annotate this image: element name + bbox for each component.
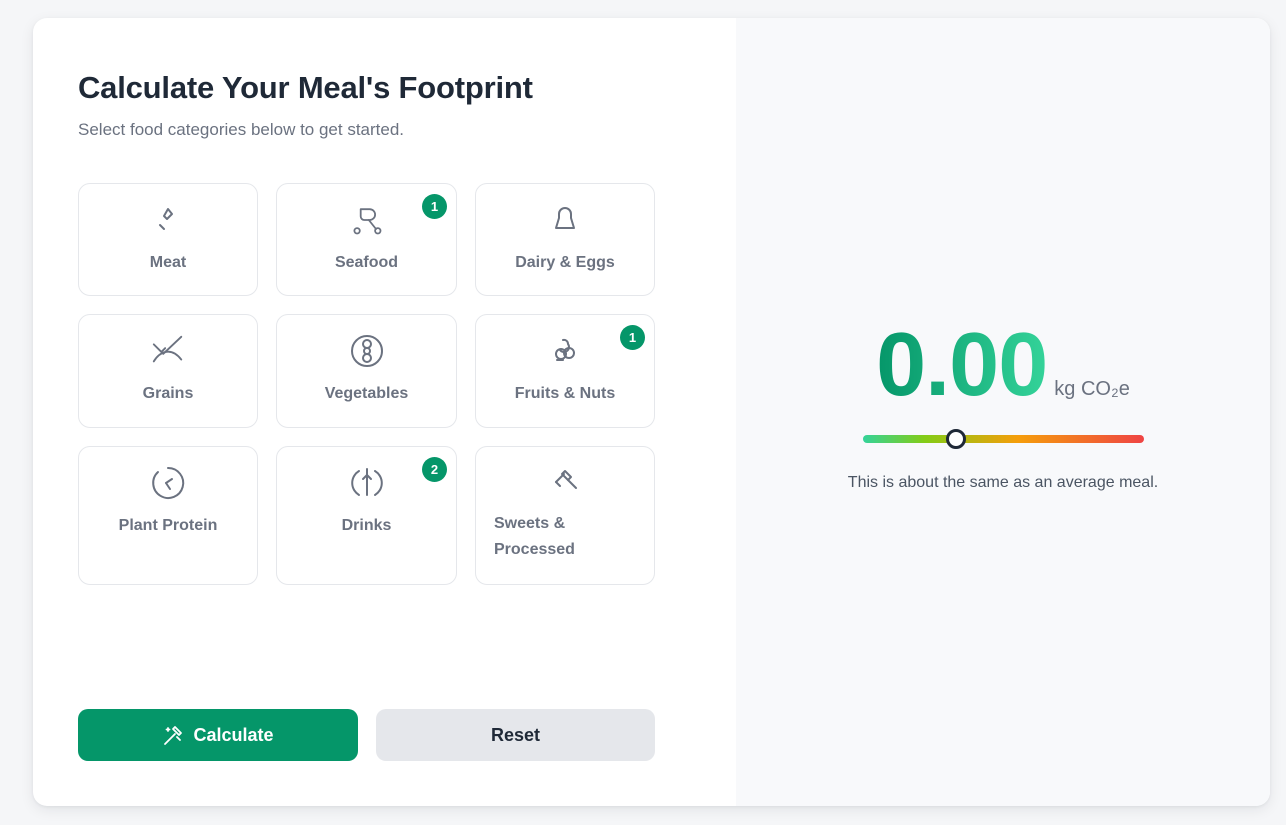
dairy-icon [547, 202, 583, 238]
category-tile-sweets-processed[interactable]: Sweets & Processed [475, 446, 655, 585]
selection-count-badge: 1 [422, 194, 447, 219]
fruits-icon [547, 333, 583, 369]
calculate-button[interactable]: Calculate [78, 709, 358, 761]
category-grid: Meat 1 Seafood Dairy & Eggs Grains Veget… [78, 183, 655, 585]
category-label: Sweets & Processed [494, 515, 575, 558]
reset-button-label: Reset [490, 724, 541, 745]
result-panel: 0.00 kg CO₂e This is about the same as a… [736, 18, 1270, 806]
selection-count-badge: 2 [422, 457, 447, 482]
category-label: Seafood [334, 254, 399, 271]
scale-marker [945, 429, 966, 449]
plant-protein-icon [150, 465, 186, 501]
category-label: Fruits & Nuts [514, 385, 616, 402]
selection-count-badge: 1 [620, 325, 645, 350]
footprint-result: 0.00 kg CO₂e [736, 320, 1270, 410]
reset-button[interactable]: Reset [376, 709, 655, 761]
calculate-button-label: Calculate [193, 724, 274, 745]
category-label: Drinks [341, 517, 392, 534]
category-tile-seafood[interactable]: 1 Seafood [276, 183, 457, 296]
category-tile-fruits-nuts[interactable]: 1 Fruits & Nuts [475, 314, 655, 428]
category-tile-drinks[interactable]: 2 Drinks [276, 446, 457, 585]
footprint-unit: kg CO₂e [1054, 378, 1130, 400]
footprint-scale-bar [863, 429, 1144, 449]
page-title: Calculate Your Meal's Footprint [78, 70, 533, 105]
wand-icon [162, 724, 184, 746]
category-tile-dairy-eggs[interactable]: Dairy & Eggs [475, 183, 655, 296]
footprint-value: 0.00 [876, 315, 1048, 415]
category-tile-meat[interactable]: Meat [78, 183, 258, 296]
category-label: Dairy & Eggs [515, 254, 615, 271]
grains-icon [150, 333, 186, 369]
category-label: Grains [142, 385, 194, 402]
calculator-panel: Calculate Your Meal's Footprint Select f… [33, 18, 736, 806]
category-tile-plant-protein[interactable]: Plant Protein [78, 446, 258, 585]
category-label: Plant Protein [118, 517, 218, 534]
category-tile-vegetables[interactable]: Vegetables [276, 314, 457, 428]
category-label: Vegetables [324, 385, 409, 402]
vegetables-icon [349, 333, 385, 369]
drinks-icon [349, 465, 385, 501]
seafood-icon [349, 202, 385, 238]
category-tile-grains[interactable]: Grains [78, 314, 258, 428]
meat-icon [150, 202, 186, 238]
comparison-text: This is about the same as an average mea… [847, 474, 1159, 491]
footprint-card: Calculate Your Meal's Footprint Select f… [33, 18, 1270, 806]
sweets-icon [547, 465, 583, 501]
page-subtitle: Select food categories below to get star… [78, 120, 405, 139]
category-label: Meat [149, 254, 187, 271]
